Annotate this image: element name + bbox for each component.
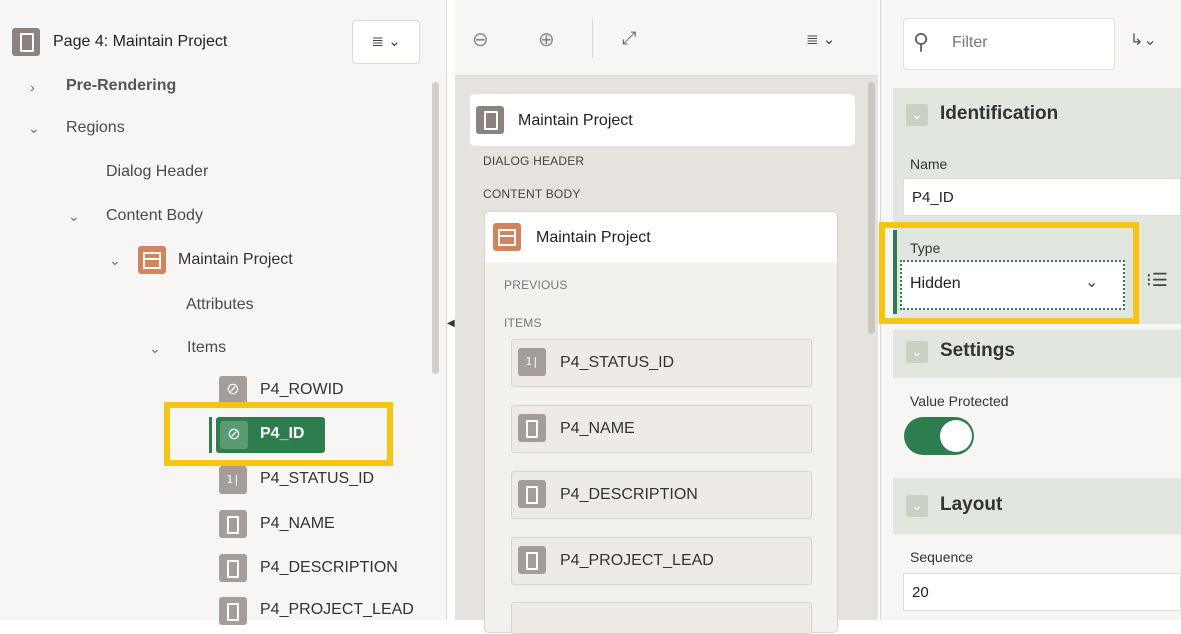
page-icon xyxy=(476,106,504,134)
zoom-in-icon[interactable]: ⊕ xyxy=(538,27,555,52)
text-field-icon xyxy=(518,414,546,442)
collapse-chevron-icon[interactable]: ⌄ xyxy=(906,495,928,517)
chevron-down-icon[interactable]: ⌄ xyxy=(109,252,121,269)
tree-scrollbar[interactable] xyxy=(432,82,439,374)
layout-section xyxy=(893,478,1181,534)
region-icon xyxy=(493,223,521,251)
tree-regions[interactable]: Regions xyxy=(66,119,125,137)
collapse-chevron-icon[interactable]: ⌄ xyxy=(906,104,928,126)
text-field-icon xyxy=(219,510,247,538)
settings-section xyxy=(893,330,1181,378)
page-icon xyxy=(12,28,40,56)
chevron-down-icon[interactable]: ⌄ xyxy=(68,208,80,225)
tree-attributes[interactable]: Attributes xyxy=(186,296,254,314)
sequence-label: Sequence xyxy=(910,549,974,565)
item-card-label: P4_DESCRIPTION xyxy=(560,486,698,503)
page-title[interactable]: Page 4: Maintain Project xyxy=(53,33,227,51)
items-label: ITEMS xyxy=(504,316,542,330)
toggle-knob xyxy=(940,420,972,452)
chevron-right-icon[interactable]: › xyxy=(30,79,35,95)
content-body-label: CONTENT BODY xyxy=(483,187,581,201)
number-field-icon: 1| xyxy=(219,466,247,494)
tree-menu-button[interactable]: ≣ ⌄ xyxy=(352,20,420,64)
item-card-p4-name[interactable] xyxy=(511,405,812,453)
layout-scrollbar[interactable] xyxy=(868,82,875,334)
region-icon xyxy=(138,246,166,274)
hidden-item-icon: ⊘ xyxy=(219,376,247,404)
tree-item-p4-status-id[interactable]: P4_STATUS_ID xyxy=(260,470,374,488)
item-card-label: P4_PROJECT_LEAD xyxy=(560,552,714,569)
tree-pre-rendering[interactable]: Pre-Rendering xyxy=(66,77,176,95)
collapse-left-icon[interactable]: ◀ xyxy=(447,318,455,329)
search-icon: ⚲ xyxy=(913,29,930,54)
hamburger-dropdown-icon: ≣ ⌄ xyxy=(371,33,401,50)
region-card-title: Maintain Project xyxy=(536,229,651,246)
chevron-down-icon[interactable]: ⌄ xyxy=(149,340,161,357)
text-field-icon xyxy=(219,554,247,582)
tree-dialog-header[interactable]: Dialog Header xyxy=(106,163,208,181)
section-identification-title[interactable]: Identification xyxy=(940,103,1058,125)
tree-maintain-project[interactable]: Maintain Project xyxy=(178,251,293,269)
number-field-icon: 1| xyxy=(518,348,546,376)
previous-label: PREVIOUS xyxy=(504,278,568,292)
tree-item-p4-project-lead[interactable]: P4_PROJECT_LEAD xyxy=(260,601,414,619)
text-field-icon xyxy=(518,480,546,508)
highlight-box-tree xyxy=(164,402,393,466)
filter-input-box[interactable] xyxy=(903,18,1115,70)
value-protected-label: Value Protected xyxy=(910,393,1009,409)
item-card-label: P4_NAME xyxy=(560,420,635,437)
text-field-icon xyxy=(219,597,247,625)
goto-dropdown-icon[interactable]: ↳⌄ xyxy=(1130,30,1157,50)
layout-menu-icon[interactable]: ≣ ⌄ xyxy=(806,30,835,48)
tree-item-p4-description[interactable]: P4_DESCRIPTION xyxy=(260,559,398,577)
dialog-header-label: DIALOG HEADER xyxy=(483,154,585,168)
item-card-next[interactable] xyxy=(511,602,812,634)
list-options-icon[interactable]: ⁝☰ xyxy=(1146,270,1168,291)
section-layout-title[interactable]: Layout xyxy=(940,494,1002,516)
highlight-box-type xyxy=(879,222,1139,324)
page-card-title: Maintain Project xyxy=(518,112,633,129)
name-field[interactable]: P4_ID xyxy=(903,178,1181,216)
chevron-down-icon[interactable]: ⌄ xyxy=(28,120,40,137)
section-settings-title[interactable]: Settings xyxy=(940,340,1015,362)
expand-icon[interactable]: ⤢ xyxy=(622,28,636,49)
sequence-field[interactable]: 20 xyxy=(903,573,1181,611)
tree-item-p4-rowid[interactable]: P4_ROWID xyxy=(260,381,344,399)
collapse-chevron-icon[interactable]: ⌄ xyxy=(906,341,928,363)
tree-item-p4-name[interactable]: P4_NAME xyxy=(260,515,335,533)
filter-input[interactable]: Filter xyxy=(952,34,988,52)
toolbar-divider xyxy=(592,18,593,58)
value-protected-toggle[interactable] xyxy=(904,417,974,455)
zoom-out-icon[interactable]: ⊖ xyxy=(472,27,489,52)
text-field-icon xyxy=(518,546,546,574)
tree-items[interactable]: Items xyxy=(187,339,226,357)
tree-content-body[interactable]: Content Body xyxy=(106,207,203,225)
name-label: Name xyxy=(910,156,948,172)
item-card-label: P4_STATUS_ID xyxy=(560,354,675,371)
